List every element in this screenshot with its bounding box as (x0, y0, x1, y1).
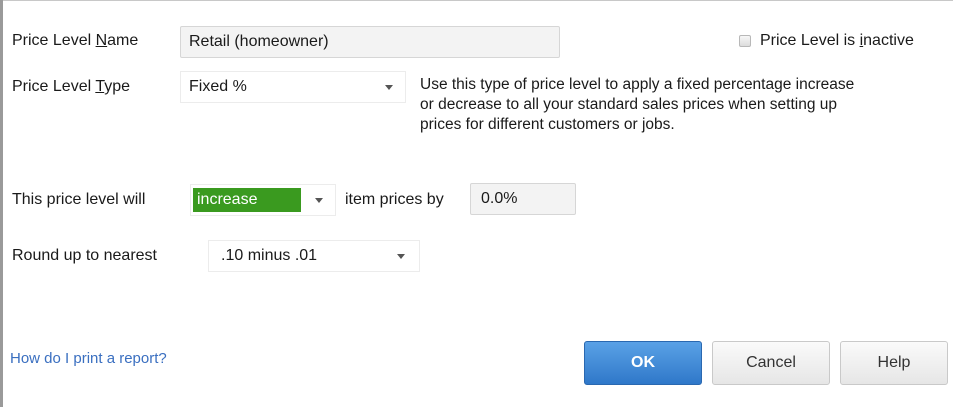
price-level-type-description: Use this type of price level to apply a … (420, 75, 950, 135)
description-line: Use this type of price level to apply a … (420, 76, 855, 93)
description-line: prices for different customers or jobs. (420, 116, 675, 133)
price-level-name-label: Price Level Name (12, 32, 139, 49)
cancel-button[interactable]: Cancel (712, 341, 830, 385)
adjust-percent-input[interactable]: 0.0% (470, 183, 576, 215)
window-left-border (0, 0, 3, 407)
adjust-direction-value: increase (197, 191, 258, 208)
price-level-name-value: Retail (homeowner) (189, 33, 329, 50)
price-level-type-dropdown[interactable]: Fixed % (180, 71, 406, 103)
price-level-type-label: Price Level Type (12, 78, 130, 95)
description-line: or decrease to all your standard sales p… (420, 96, 838, 113)
adjust-middle-label: item prices by (345, 191, 444, 208)
chevron-down-icon (385, 85, 393, 90)
rounding-value: .10 minus .01 (221, 247, 318, 264)
chevron-down-icon (315, 198, 323, 203)
help-link[interactable]: How do I print a report? (10, 349, 167, 369)
window-top-border (0, 0, 953, 1)
rounding-dropdown[interactable]: .10 minus .01 (208, 240, 420, 272)
inactive-checkbox[interactable] (739, 35, 751, 47)
adjust-prefix-label: This price level will (12, 191, 146, 208)
adjust-direction-dropdown[interactable]: increase (190, 184, 336, 216)
price-level-type-value: Fixed % (189, 78, 247, 95)
chevron-down-icon (397, 254, 405, 259)
help-button[interactable]: Help (840, 341, 948, 385)
price-level-name-input[interactable]: Retail (homeowner) (180, 26, 560, 58)
ok-button[interactable]: OK (584, 341, 702, 385)
adjust-percent-value: 0.0% (481, 190, 518, 207)
rounding-label: Round up to nearest (12, 247, 157, 264)
inactive-label[interactable]: Price Level is inactive (760, 31, 914, 51)
